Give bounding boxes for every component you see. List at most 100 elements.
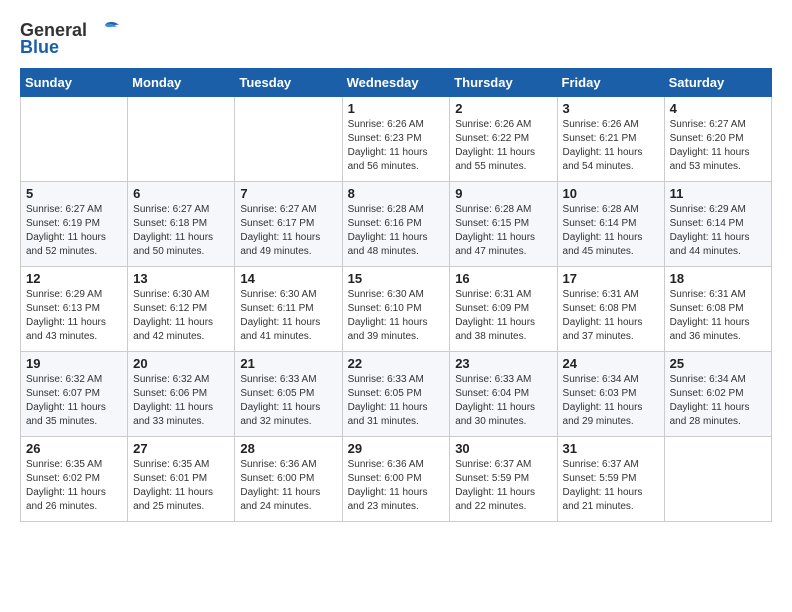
day-info: Sunrise: 6:28 AM Sunset: 6:15 PM Dayligh… (455, 203, 551, 259)
day-info: Sunrise: 6:33 AM Sunset: 6:04 PM Dayligh… (455, 373, 551, 429)
day-number: 27 (133, 441, 229, 456)
calendar-cell: 15 Sunrise: 6:30 AM Sunset: 6:10 PM Dayli… (342, 267, 450, 352)
day-number: 23 (455, 356, 551, 371)
day-info: Sunrise: 6:27 AM Sunset: 6:18 PM Dayligh… (133, 203, 229, 259)
calendar-cell: 25 Sunrise: 6:34 AM Sunset: 6:02 PM Dayli… (664, 352, 771, 437)
calendar-cell: 20Sunrise: 6:32 AM Sunset: 6:06 PM Dayli… (128, 352, 235, 437)
calendar-cell: 8 Sunrise: 6:28 AM Sunset: 6:16 PM Daylig… (342, 182, 450, 267)
day-info: Sunrise: 6:30 AM Sunset: 6:11 PM Dayligh… (240, 288, 336, 344)
calendar-cell: 1Sunrise: 6:26 AM Sunset: 6:23 PM Daylig… (342, 97, 450, 182)
day-info: Sunrise: 6:33 AM Sunset: 6:05 PM Dayligh… (348, 373, 445, 429)
calendar-cell: 14 Sunrise: 6:30 AM Sunset: 6:11 PM Dayli… (235, 267, 342, 352)
day-number: 4 (670, 101, 766, 116)
calendar-cell: 2 Sunrise: 6:26 AM Sunset: 6:22 PM Daylig… (450, 97, 557, 182)
calendar-cell: 28 Sunrise: 6:36 AM Sunset: 6:00 PM Dayli… (235, 437, 342, 522)
day-info: Sunrise: 6:26 AM Sunset: 6:22 PM Dayligh… (455, 118, 551, 174)
weekday-header-monday: Monday (128, 69, 235, 97)
day-number: 30 (455, 441, 551, 456)
day-number: 14 (240, 271, 336, 286)
calendar-cell: 23 Sunrise: 6:33 AM Sunset: 6:04 PM Dayli… (450, 352, 557, 437)
calendar-cell: 12 Sunrise: 6:29 AM Sunset: 6:13 PM Dayli… (21, 267, 128, 352)
week-row-2: 5Sunrise: 6:27 AM Sunset: 6:19 PM Daylig… (21, 182, 772, 267)
calendar-cell (21, 97, 128, 182)
calendar-cell: 31Sunrise: 6:37 AM Sunset: 5:59 PM Dayli… (557, 437, 664, 522)
calendar-cell: 29 Sunrise: 6:36 AM Sunset: 6:00 PM Dayli… (342, 437, 450, 522)
day-info: Sunrise: 6:34 AM Sunset: 6:03 PM Dayligh… (563, 373, 659, 429)
day-number: 25 (670, 356, 766, 371)
day-number: 8 (348, 186, 445, 201)
day-number: 6 (133, 186, 229, 201)
day-info: Sunrise: 6:29 AM Sunset: 6:14 PM Dayligh… (670, 203, 766, 259)
day-info: Sunrise: 6:34 AM Sunset: 6:02 PM Dayligh… (670, 373, 766, 429)
day-number: 5 (26, 186, 122, 201)
day-info: Sunrise: 6:36 AM Sunset: 6:00 PM Dayligh… (240, 458, 336, 514)
day-info: Sunrise: 6:27 AM Sunset: 6:20 PM Dayligh… (670, 118, 766, 174)
day-number: 15 (348, 271, 445, 286)
day-number: 1 (348, 101, 445, 116)
calendar-cell: 13Sunrise: 6:30 AM Sunset: 6:12 PM Dayli… (128, 267, 235, 352)
calendar-cell (128, 97, 235, 182)
calendar-cell: 27Sunrise: 6:35 AM Sunset: 6:01 PM Dayli… (128, 437, 235, 522)
day-number: 12 (26, 271, 122, 286)
day-number: 22 (348, 356, 445, 371)
calendar-cell (235, 97, 342, 182)
calendar-cell: 22 Sunrise: 6:33 AM Sunset: 6:05 PM Dayli… (342, 352, 450, 437)
day-number: 7 (240, 186, 336, 201)
day-info: Sunrise: 6:32 AM Sunset: 6:06 PM Dayligh… (133, 373, 229, 429)
header: General Blue (20, 20, 772, 58)
calendar-cell: 19 Sunrise: 6:32 AM Sunset: 6:07 PM Dayli… (21, 352, 128, 437)
weekday-header-tuesday: Tuesday (235, 69, 342, 97)
day-number: 18 (670, 271, 766, 286)
weekday-header-sunday: Sunday (21, 69, 128, 97)
day-info: Sunrise: 6:27 AM Sunset: 6:17 PM Dayligh… (240, 203, 336, 259)
weekday-header-row: SundayMondayTuesdayWednesdayThursdayFrid… (21, 69, 772, 97)
calendar-cell: 24 Sunrise: 6:34 AM Sunset: 6:03 PM Dayli… (557, 352, 664, 437)
day-info: Sunrise: 6:35 AM Sunset: 6:02 PM Dayligh… (26, 458, 122, 514)
calendar-cell: 18 Sunrise: 6:31 AM Sunset: 6:08 PM Dayli… (664, 267, 771, 352)
day-number: 19 (26, 356, 122, 371)
day-info: Sunrise: 6:29 AM Sunset: 6:13 PM Dayligh… (26, 288, 122, 344)
day-info: Sunrise: 6:37 AM Sunset: 5:59 PM Dayligh… (563, 458, 659, 514)
day-info: Sunrise: 6:28 AM Sunset: 6:16 PM Dayligh… (348, 203, 445, 259)
day-info: Sunrise: 6:37 AM Sunset: 5:59 PM Dayligh… (455, 458, 551, 514)
day-number: 2 (455, 101, 551, 116)
calendar-cell: 16Sunrise: 6:31 AM Sunset: 6:09 PM Dayli… (450, 267, 557, 352)
weekday-header-friday: Friday (557, 69, 664, 97)
day-info: Sunrise: 6:31 AM Sunset: 6:08 PM Dayligh… (670, 288, 766, 344)
calendar-cell: 30 Sunrise: 6:37 AM Sunset: 5:59 PM Dayli… (450, 437, 557, 522)
week-row-5: 26 Sunrise: 6:35 AM Sunset: 6:02 PM Dayli… (21, 437, 772, 522)
day-number: 28 (240, 441, 336, 456)
day-number: 3 (563, 101, 659, 116)
calendar-cell: 11Sunrise: 6:29 AM Sunset: 6:14 PM Dayli… (664, 182, 771, 267)
week-row-4: 19 Sunrise: 6:32 AM Sunset: 6:07 PM Dayli… (21, 352, 772, 437)
day-info: Sunrise: 6:30 AM Sunset: 6:10 PM Dayligh… (348, 288, 445, 344)
day-info: Sunrise: 6:26 AM Sunset: 6:21 PM Dayligh… (563, 118, 659, 174)
day-info: Sunrise: 6:31 AM Sunset: 6:08 PM Dayligh… (563, 288, 659, 344)
calendar-cell: 7 Sunrise: 6:27 AM Sunset: 6:17 PM Daylig… (235, 182, 342, 267)
day-number: 17 (563, 271, 659, 286)
day-number: 16 (455, 271, 551, 286)
day-number: 26 (26, 441, 122, 456)
calendar-cell: 21 Sunrise: 6:33 AM Sunset: 6:05 PM Dayli… (235, 352, 342, 437)
calendar-cell: 9 Sunrise: 6:28 AM Sunset: 6:15 PM Daylig… (450, 182, 557, 267)
calendar-cell: 17 Sunrise: 6:31 AM Sunset: 6:08 PM Dayli… (557, 267, 664, 352)
week-row-3: 12 Sunrise: 6:29 AM Sunset: 6:13 PM Dayli… (21, 267, 772, 352)
day-info: Sunrise: 6:33 AM Sunset: 6:05 PM Dayligh… (240, 373, 336, 429)
day-number: 21 (240, 356, 336, 371)
logo-blue-text: Blue (20, 37, 59, 58)
day-number: 29 (348, 441, 445, 456)
calendar-cell: 5Sunrise: 6:27 AM Sunset: 6:19 PM Daylig… (21, 182, 128, 267)
day-info: Sunrise: 6:36 AM Sunset: 6:00 PM Dayligh… (348, 458, 445, 514)
weekday-header-saturday: Saturday (664, 69, 771, 97)
day-info: Sunrise: 6:28 AM Sunset: 6:14 PM Dayligh… (563, 203, 659, 259)
calendar-cell: 26 Sunrise: 6:35 AM Sunset: 6:02 PM Dayli… (21, 437, 128, 522)
logo: General Blue (20, 20, 119, 58)
day-number: 24 (563, 356, 659, 371)
calendar-cell: 4 Sunrise: 6:27 AM Sunset: 6:20 PM Daylig… (664, 97, 771, 182)
day-info: Sunrise: 6:32 AM Sunset: 6:07 PM Dayligh… (26, 373, 122, 429)
calendar-cell: 3 Sunrise: 6:26 AM Sunset: 6:21 PM Daylig… (557, 97, 664, 182)
weekday-header-wednesday: Wednesday (342, 69, 450, 97)
day-number: 9 (455, 186, 551, 201)
logo-bird-icon (91, 21, 119, 41)
calendar-cell (664, 437, 771, 522)
